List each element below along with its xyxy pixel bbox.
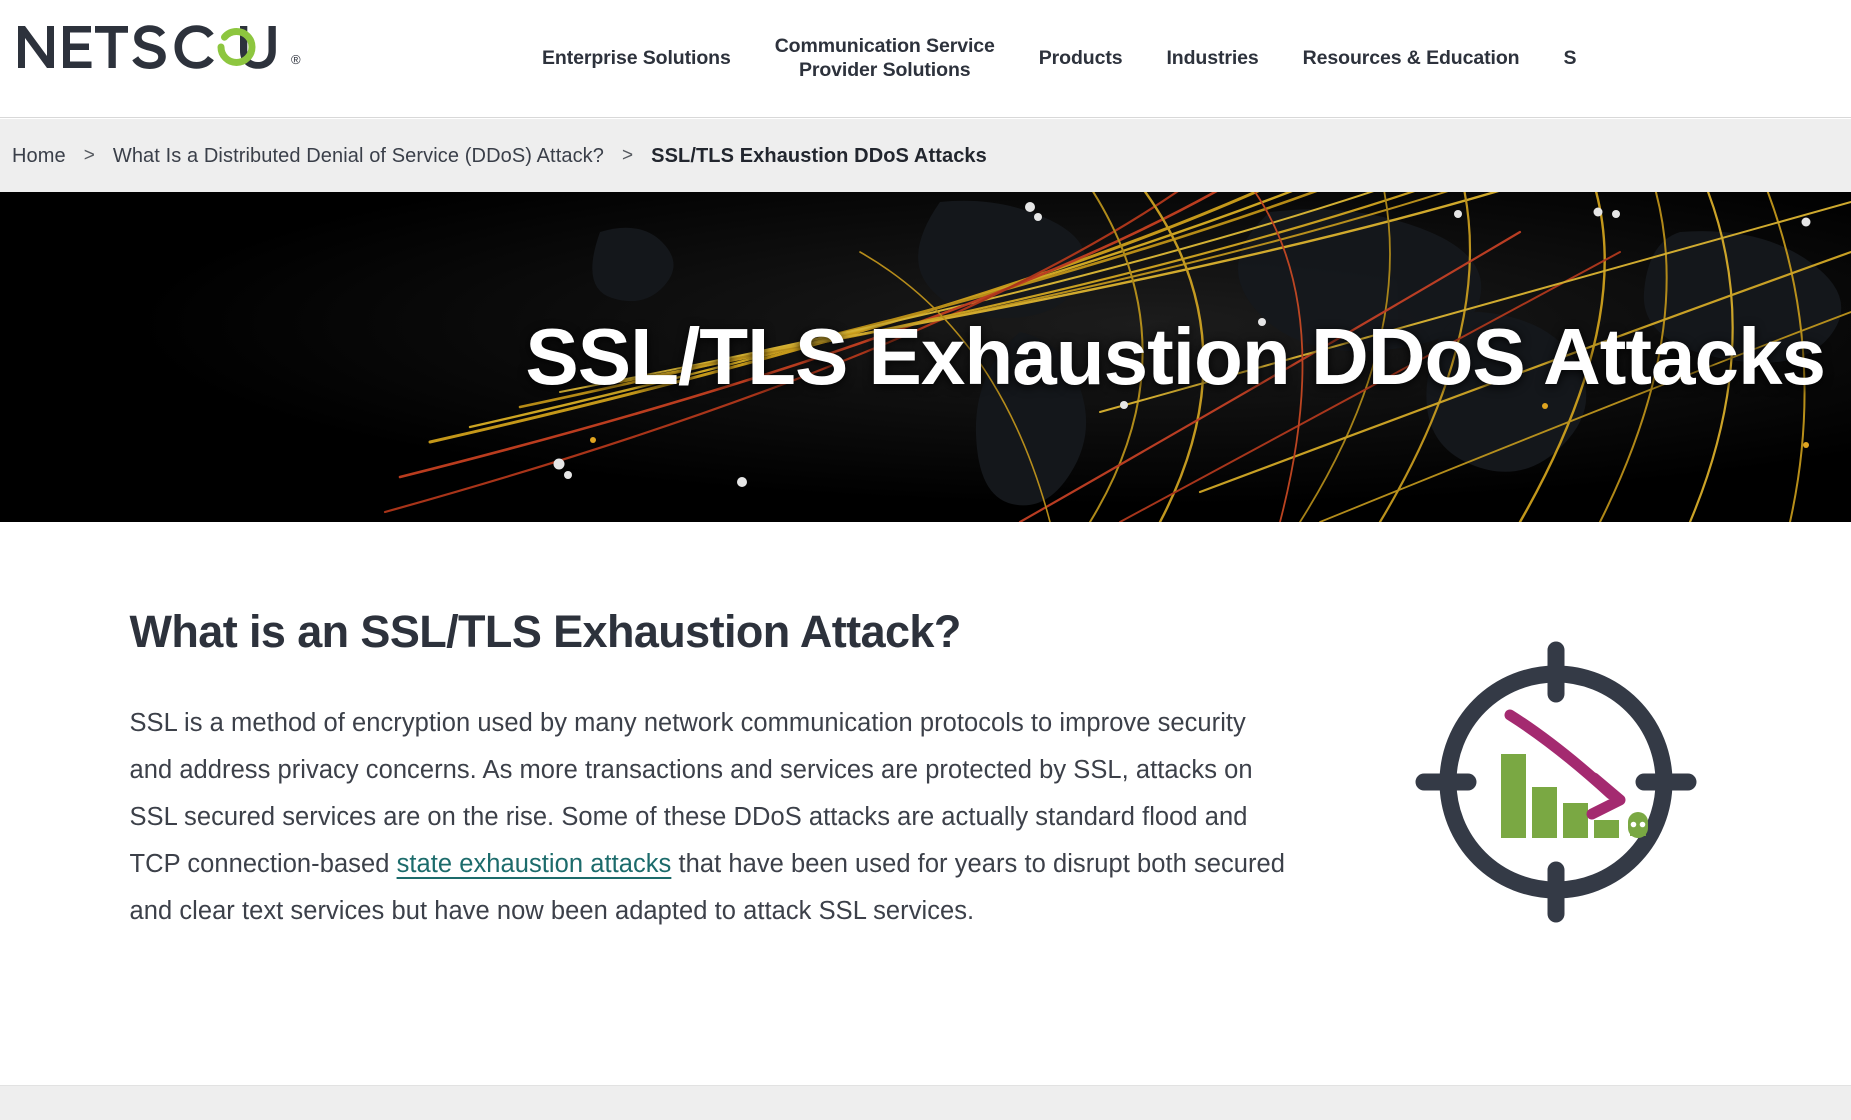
- skull-glyph: [1627, 812, 1648, 838]
- breadcrumb-item-ddos-attack[interactable]: What Is a Distributed Denial of Service …: [113, 145, 604, 168]
- breadcrumb-separator-icon: >: [622, 145, 634, 166]
- nav-item-support-clipped[interactable]: S: [1541, 47, 1576, 71]
- netscout-logo[interactable]: ®: [16, 24, 301, 70]
- registered-trademark-symbol: ®: [291, 52, 301, 67]
- hero-title: SSL/TLS Exhaustion DDoS Attacks: [525, 312, 1826, 401]
- netscout-logo-icon: [18, 25, 276, 69]
- nav-item-resources-and-education[interactable]: Resources & Education: [1281, 47, 1542, 71]
- intro-paragraph: SSL is a method of encryption used by ma…: [130, 700, 1296, 935]
- breadcrumb-separator-icon: >: [83, 145, 95, 166]
- main-navigation: Enterprise Solutions Communication Servi…: [520, 0, 1576, 118]
- nav-item-enterprise-solutions[interactable]: Enterprise Solutions: [520, 47, 753, 71]
- main-content: What is an SSL/TLS Exhaustion Attack? SS…: [0, 522, 1851, 1085]
- content-text-column: What is an SSL/TLS Exhaustion Attack? SS…: [36, 522, 1296, 1085]
- nav-item-industries[interactable]: Industries: [1144, 47, 1280, 71]
- breadcrumb: Home > What Is a Distributed Denial of S…: [0, 145, 987, 168]
- page-title: What is an SSL/TLS Exhaustion Attack?: [129, 606, 962, 657]
- content-illustration-column: [1296, 522, 1816, 1085]
- state-exhaustion-attacks-link[interactable]: state exhaustion attacks: [397, 850, 672, 878]
- breadcrumb-bar: Home > What Is a Distributed Denial of S…: [0, 119, 1851, 193]
- crosshair-declining-chart-skull-icon: [1415, 641, 1696, 923]
- breadcrumb-item-home[interactable]: Home: [12, 145, 66, 168]
- breadcrumb-item-current: SSL/TLS Exhaustion DDoS Attacks: [651, 144, 987, 167]
- footer-section-strip: [0, 1085, 1851, 1120]
- hero-banner: SSL/TLS Exhaustion DDoS Attacks: [0, 192, 1851, 522]
- site-header: ® Enterprise Solutions Communication Ser…: [0, 0, 1851, 118]
- nav-item-communication-service-provider-solutions[interactable]: Communication Service Provider Solutions: [753, 35, 1017, 83]
- nav-item-products[interactable]: Products: [1017, 47, 1145, 71]
